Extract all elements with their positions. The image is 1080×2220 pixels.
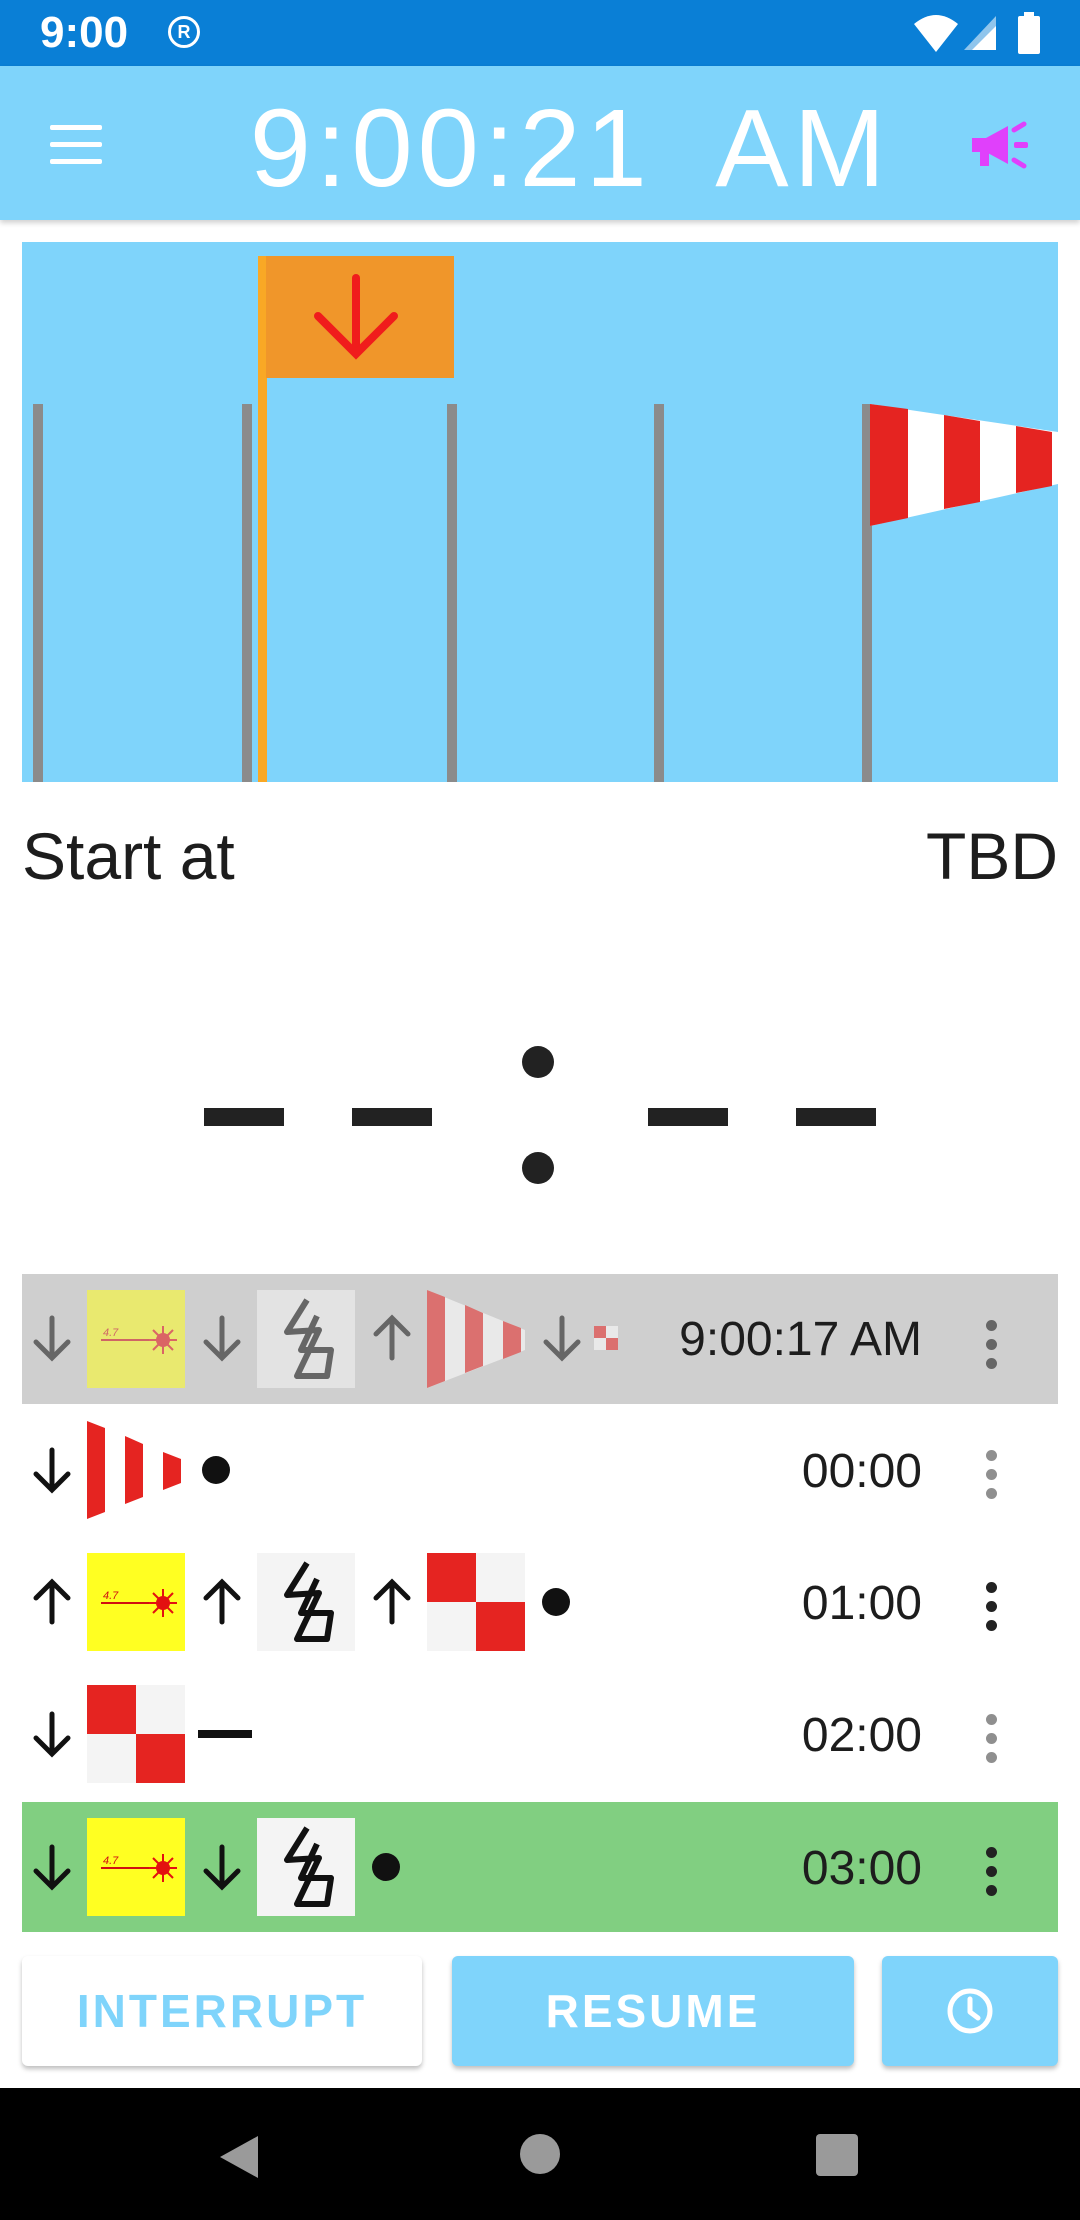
sequence-row-past[interactable]: 4.7 9:00:17 AM [22, 1274, 1058, 1404]
more-options-icon[interactable] [986, 1320, 998, 1377]
battery-icon [1018, 12, 1040, 54]
start-at-label: Start at [22, 819, 235, 893]
windsock-icon [427, 1290, 525, 1388]
navigation-bar [0, 2088, 1080, 2220]
more-options-icon[interactable] [986, 1847, 998, 1904]
laser-flag-icon: 4.7 [87, 1818, 185, 1916]
sequence-row-current[interactable]: 4.7 03:00 [22, 1802, 1058, 1932]
row-time: 02:00 [801, 1709, 922, 1762]
countdown-dash [352, 1108, 432, 1126]
lightning-flag-icon [257, 1553, 355, 1651]
pole-1 [33, 404, 43, 782]
row-time: 00:00 [801, 1445, 922, 1498]
countdown-dash [204, 1108, 284, 1126]
dot-indicator [542, 1588, 570, 1616]
down-arrow-icon [33, 1844, 71, 1891]
notification-icon: R [168, 16, 200, 48]
down-arrow-icon [33, 1315, 71, 1362]
svg-text:4.7: 4.7 [103, 1590, 119, 1602]
sequence-row[interactable]: 02:00 [22, 1668, 1058, 1800]
clock-icon [947, 1988, 993, 2034]
up-arrow-icon [203, 1578, 241, 1625]
row-time: 03:00 [801, 1842, 922, 1895]
cellular-signal-icon [964, 16, 996, 50]
countdown-dash [796, 1108, 876, 1126]
up-arrow-icon [373, 1314, 411, 1361]
lightning-flag-icon [257, 1290, 355, 1388]
laser-flag-icon: 4.7 [87, 1553, 185, 1651]
down-arrow-icon [33, 1447, 71, 1494]
status-time: 9:00 [40, 8, 129, 57]
clock-button[interactable] [882, 1956, 1058, 2066]
countdown-dash [648, 1108, 728, 1126]
more-options-icon[interactable] [986, 1450, 998, 1507]
windsock-icon [87, 1421, 185, 1519]
laser-flag-icon: 4.7 [87, 1290, 185, 1388]
sequence-row[interactable]: 4.7 01:00 [22, 1536, 1058, 1668]
interrupt-button[interactable]: INTERRUPT [22, 1956, 422, 2066]
pole-2 [242, 404, 252, 782]
sequence-row[interactable]: 00:00 [22, 1404, 1058, 1536]
lightning-flag-icon [257, 1818, 355, 1916]
down-arrow-icon [33, 1711, 71, 1758]
pole-3 [447, 404, 457, 782]
resume-button[interactable]: RESUME [452, 1956, 854, 2066]
home-icon[interactable] [518, 2132, 562, 2176]
row-time: 01:00 [801, 1577, 922, 1630]
flag-pole [258, 256, 267, 782]
down-arrow-icon [203, 1844, 241, 1891]
megaphone-icon[interactable] [968, 118, 1032, 172]
hamburger-menu-icon[interactable] [50, 125, 104, 165]
more-options-icon[interactable] [986, 1714, 998, 1771]
checker-flag-icon [427, 1553, 525, 1651]
more-options-icon[interactable] [986, 1582, 998, 1639]
dot-indicator [372, 1853, 400, 1881]
countdown-display [204, 1046, 876, 1184]
current-time-clock: 9:00:21 AM [249, 87, 891, 210]
dot-indicator [202, 1456, 230, 1484]
back-icon[interactable] [218, 2134, 260, 2180]
up-arrow-icon [33, 1578, 71, 1625]
small-checker-flag-icon [594, 1326, 618, 1350]
recents-icon[interactable] [816, 2134, 858, 2176]
down-arrow-icon [543, 1315, 581, 1362]
checker-flag-icon [87, 1685, 185, 1783]
dash-indicator [198, 1730, 252, 1738]
svg-text:4.7: 4.7 [103, 1855, 119, 1867]
pole-4 [654, 404, 664, 782]
status-bar: 9:00 R [0, 0, 1080, 66]
down-arrow-icon [203, 1315, 241, 1362]
svg-text:4.7: 4.7 [103, 1327, 119, 1339]
wifi-icon [914, 15, 958, 52]
start-at-value: TBD [926, 819, 1058, 893]
countdown-colon-bottom [522, 1152, 554, 1184]
row-time: 9:00:17 AM [679, 1313, 922, 1366]
course-scene [22, 242, 1058, 782]
countdown-colon-top [522, 1046, 554, 1078]
up-arrow-icon [373, 1578, 411, 1625]
